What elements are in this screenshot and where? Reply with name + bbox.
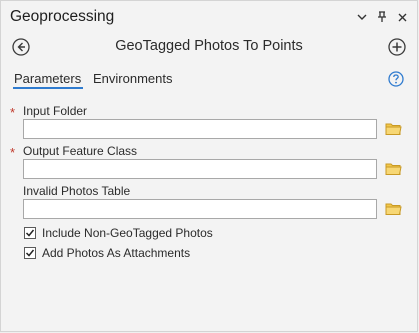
add-photos-as-attachments-checkbox[interactable] [24, 247, 36, 259]
pane-title-controls [355, 10, 409, 24]
include-non-geotagged-checkbox[interactable] [24, 227, 36, 239]
active-tab-indicator [13, 87, 83, 89]
input-folder-label: Input Folder [23, 104, 88, 118]
input-folder-field[interactable] [23, 119, 377, 139]
required-marker: * [10, 105, 16, 120]
add-icon[interactable] [388, 38, 406, 56]
required-marker: * [10, 145, 16, 160]
tool-title: GeoTagged Photos To Points [115, 38, 303, 54]
chevron-down-icon[interactable] [355, 10, 369, 24]
pin-icon[interactable] [375, 10, 389, 24]
help-icon[interactable] [388, 71, 404, 87]
invalid-photos-table-field[interactable] [23, 199, 377, 219]
folder-icon[interactable] [385, 162, 402, 176]
include-non-geotagged-option[interactable]: Include Non-GeoTagged Photos [24, 226, 213, 240]
tab-environments[interactable]: Environments [93, 71, 172, 86]
folder-icon[interactable] [385, 202, 402, 216]
tab-parameters[interactable]: Parameters [14, 71, 81, 86]
output-feature-class-field[interactable] [23, 159, 377, 179]
include-non-geotagged-label: Include Non-GeoTagged Photos [42, 226, 213, 240]
add-photos-as-attachments-label: Add Photos As Attachments [42, 246, 191, 260]
close-icon[interactable] [395, 10, 409, 24]
folder-icon[interactable] [385, 122, 402, 136]
pane-title: Geoprocessing [10, 8, 115, 25]
invalid-photos-table-label: Invalid Photos Table [23, 184, 131, 198]
add-photos-as-attachments-option[interactable]: Add Photos As Attachments [24, 246, 190, 260]
geoprocessing-pane: Geoprocessing GeoTagged Photos To Points… [0, 0, 418, 332]
output-feature-class-label: Output Feature Class [23, 144, 138, 158]
